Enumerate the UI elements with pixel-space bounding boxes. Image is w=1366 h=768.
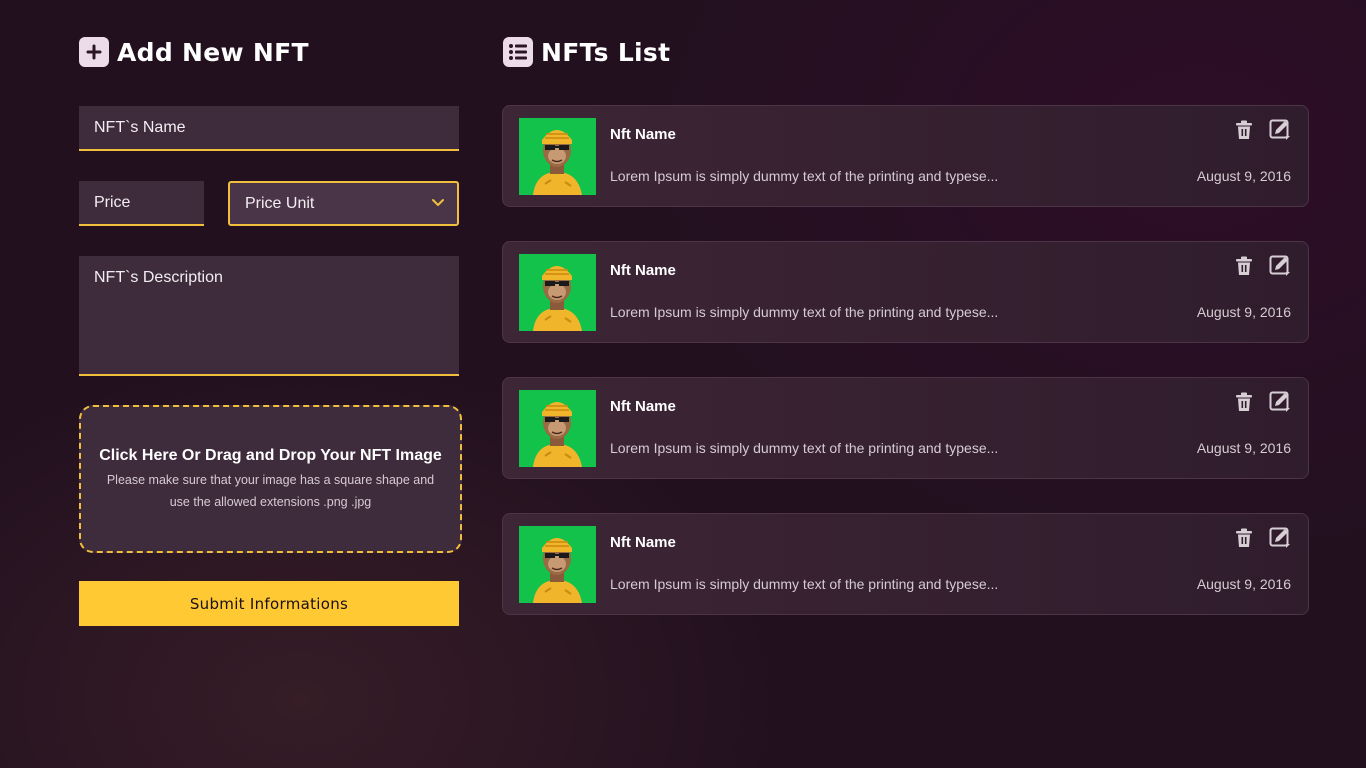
dropzone-title: Click Here Or Drag and Drop Your NFT Ima… <box>99 447 442 464</box>
edit-button[interactable] <box>1268 390 1292 414</box>
nft-thumbnail <box>519 526 596 603</box>
nfts-list-title: NFTs List <box>503 37 670 67</box>
chevron-down-icon <box>431 195 445 213</box>
nft-description: Lorem Ipsum is simply dummy text of the … <box>610 304 999 320</box>
nft-name-input[interactable] <box>94 118 459 137</box>
edit-button[interactable] <box>1268 526 1292 550</box>
nft-card: Nft Name Lorem Ipsum is simply dummy tex… <box>502 377 1309 479</box>
delete-button[interactable] <box>1232 526 1256 550</box>
dropzone-hint-line1: Please make sure that your image has a s… <box>106 473 435 487</box>
list-icon <box>503 37 533 67</box>
edit-icon <box>1269 119 1290 140</box>
plus-icon <box>79 37 109 67</box>
nft-card: Nft Name Lorem Ipsum is simply dummy tex… <box>502 105 1309 207</box>
edit-icon <box>1269 255 1290 276</box>
image-dropzone[interactable]: Click Here Or Drag and Drop Your NFT Ima… <box>79 405 462 553</box>
trash-icon <box>1236 256 1252 275</box>
edit-button[interactable] <box>1268 118 1292 142</box>
edit-icon <box>1269 527 1290 548</box>
price-field[interactable] <box>79 181 204 226</box>
trash-icon <box>1236 528 1252 547</box>
nft-name: Nft Name <box>610 262 676 279</box>
nft-description-input[interactable] <box>94 269 459 364</box>
price-unit-select[interactable]: Price Unit <box>228 181 459 226</box>
price-unit-label: Price Unit <box>245 194 315 212</box>
nft-description-field[interactable] <box>79 256 459 376</box>
nft-thumbnail <box>519 254 596 331</box>
trash-icon <box>1236 392 1252 411</box>
nft-card: Nft Name Lorem Ipsum is simply dummy tex… <box>502 241 1309 343</box>
nft-name: Nft Name <box>610 126 676 143</box>
nft-date: August 9, 2016 <box>1196 168 1291 184</box>
price-input[interactable] <box>94 193 204 212</box>
add-nft-title: Add New NFT <box>79 37 309 67</box>
nft-thumbnail <box>519 118 596 195</box>
nfts-list-title-text: NFTs List <box>541 37 671 67</box>
nft-description: Lorem Ipsum is simply dummy text of the … <box>610 168 999 184</box>
nft-card: Nft Name Lorem Ipsum is simply dummy tex… <box>502 513 1309 615</box>
delete-button[interactable] <box>1232 118 1256 142</box>
nft-date: August 9, 2016 <box>1196 304 1291 320</box>
edit-button[interactable] <box>1268 254 1292 278</box>
nft-name: Nft Name <box>610 398 676 415</box>
nft-description: Lorem Ipsum is simply dummy text of the … <box>610 576 999 592</box>
nft-name-field[interactable] <box>79 106 459 151</box>
nft-date: August 9, 2016 <box>1196 440 1291 456</box>
dropzone-hint-line2: use the allowed extensions .png .jpg <box>169 495 372 509</box>
dropzone-hint: Please make sure that your image has a s… <box>107 469 434 513</box>
submit-button[interactable]: Submit Informations <box>79 581 459 626</box>
nft-thumbnail <box>519 390 596 467</box>
add-nft-title-text: Add New NFT <box>117 37 309 67</box>
delete-button[interactable] <box>1232 254 1256 278</box>
trash-icon <box>1236 120 1252 139</box>
edit-icon <box>1269 391 1290 412</box>
delete-button[interactable] <box>1232 390 1256 414</box>
nft-date: August 9, 2016 <box>1196 576 1291 592</box>
nft-name: Nft Name <box>610 534 676 551</box>
nft-description: Lorem Ipsum is simply dummy text of the … <box>610 440 999 456</box>
